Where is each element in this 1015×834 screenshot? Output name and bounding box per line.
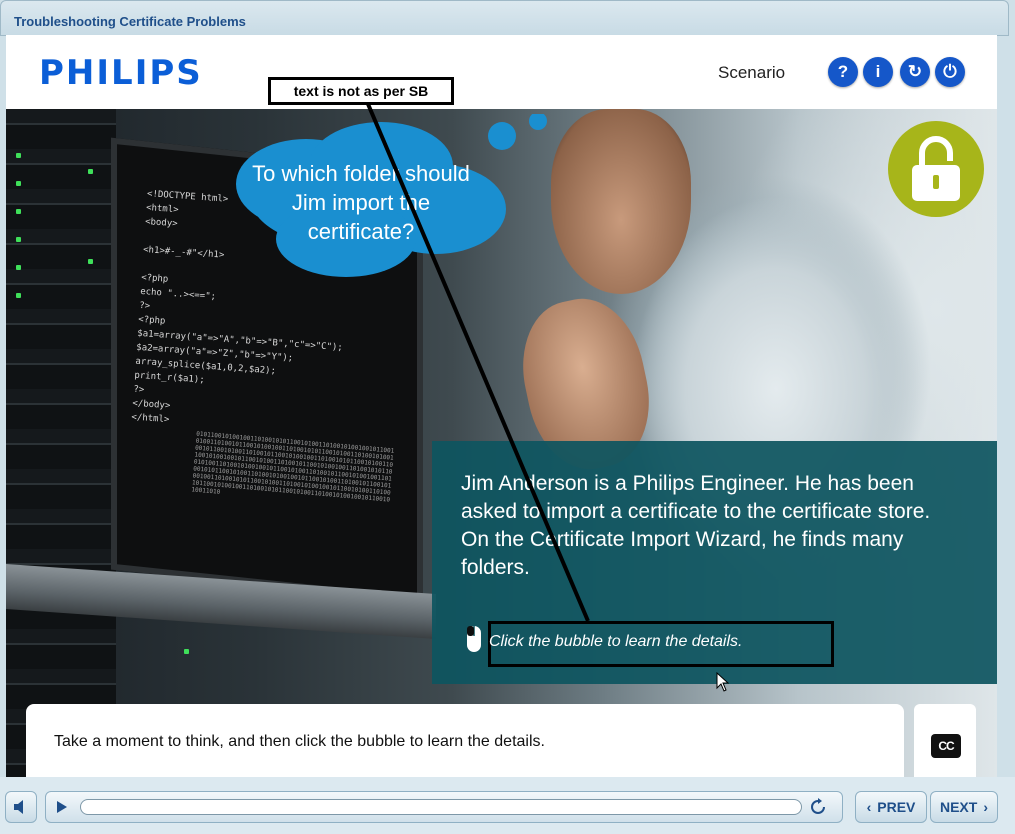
speaker-icon xyxy=(14,800,23,814)
replay-icon[interactable] xyxy=(809,798,827,816)
next-label: NEXT xyxy=(939,799,978,815)
prev-label: PREV xyxy=(877,799,916,815)
mouse-cursor-icon xyxy=(716,672,730,692)
volume-button[interactable] xyxy=(5,791,37,823)
chevron-right-icon: › xyxy=(983,799,988,815)
play-icon[interactable] xyxy=(56,800,68,814)
next-button[interactable]: NEXT › xyxy=(930,791,998,823)
course-window: Troubleshooting Certificate Problems PHI… xyxy=(0,0,1015,834)
review-annotation-line xyxy=(366,103,590,622)
review-note: text is not as per SB xyxy=(268,77,454,105)
prev-button[interactable]: ‹ PREV xyxy=(855,791,927,823)
playback-track xyxy=(45,791,843,823)
progress-bar[interactable] xyxy=(80,799,802,815)
player-controls: ‹ PREV NEXT › xyxy=(0,777,1015,834)
chevron-left-icon: ‹ xyxy=(866,799,872,815)
